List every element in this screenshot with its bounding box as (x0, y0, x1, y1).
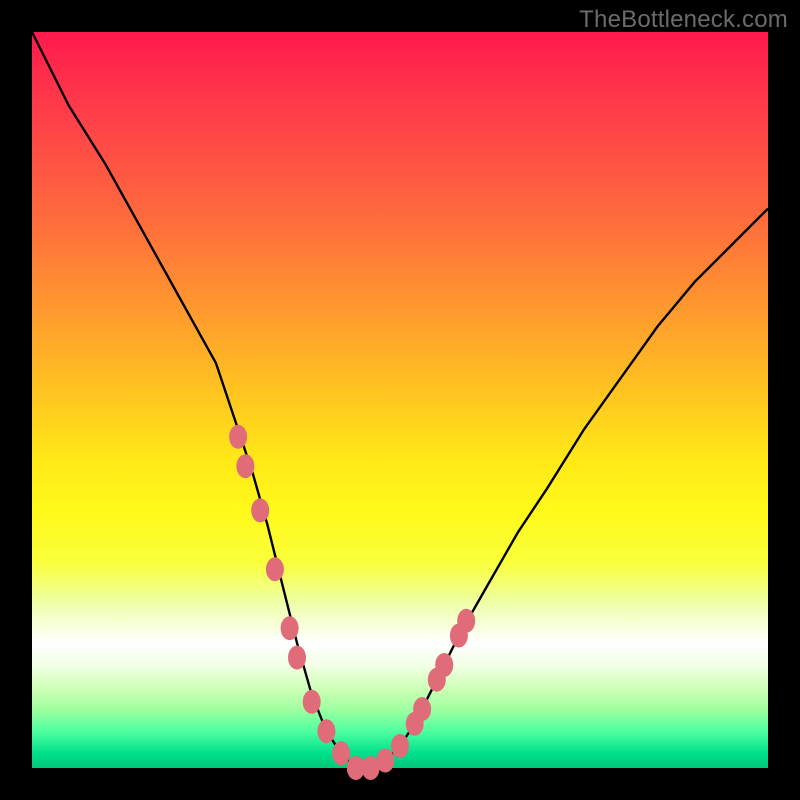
marker-point (332, 741, 350, 765)
marker-point (317, 719, 335, 743)
marker-point (288, 646, 306, 670)
marker-point (391, 734, 409, 758)
marker-point (266, 557, 284, 581)
watermark-text: TheBottleneck.com (579, 6, 788, 34)
plot-area (32, 32, 768, 768)
chart-svg (32, 32, 768, 768)
marker-point (413, 697, 431, 721)
marker-point (236, 454, 254, 478)
marker-point (457, 609, 475, 633)
marker-point (229, 425, 247, 449)
chart-frame: TheBottleneck.com (0, 0, 800, 800)
marker-group (229, 425, 475, 780)
marker-point (281, 616, 299, 640)
marker-point (435, 653, 453, 677)
bottleneck-curve (32, 32, 768, 768)
marker-point (376, 749, 394, 773)
marker-point (251, 498, 269, 522)
marker-point (303, 690, 321, 714)
